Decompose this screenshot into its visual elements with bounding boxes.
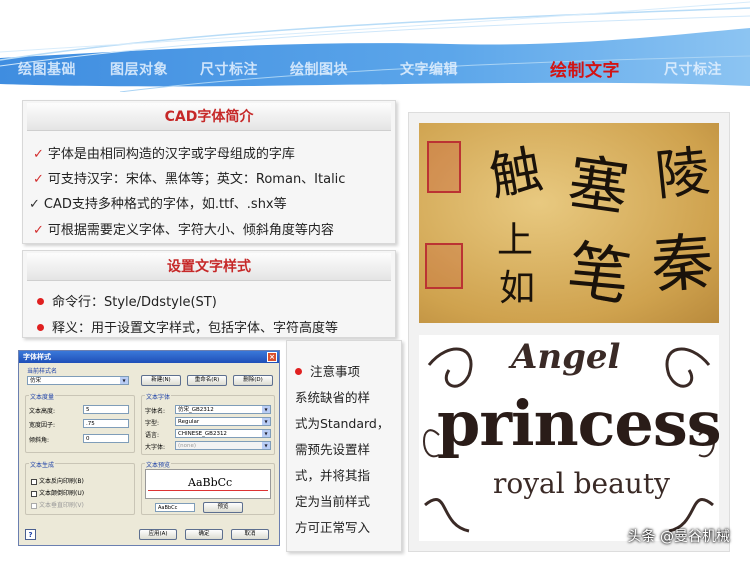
- nav-item-1[interactable]: 绘图基础: [18, 59, 76, 79]
- height-input[interactable]: 5: [83, 405, 129, 414]
- calligraphy-char: 触: [485, 139, 547, 208]
- font-intro-line-4: ✓ 可根据需要定义字体、字符大小、倾斜角度等内容: [33, 223, 334, 238]
- chevron-down-icon: ▼: [262, 418, 270, 425]
- dialog-titlebar: 字体样式 ×: [19, 351, 279, 363]
- big-font-select[interactable]: (none) ▼: [175, 441, 271, 450]
- calligraphy-char: 秦: [648, 224, 716, 303]
- check-icon: ✓: [33, 147, 44, 162]
- rename-style-button[interactable]: 重命名(R): [187, 375, 227, 386]
- height-label: 文本高度:: [29, 408, 56, 415]
- calligraphy-char: 塞: [563, 147, 633, 225]
- style-label: 字型:: [145, 420, 160, 427]
- nav-item-4[interactable]: 绘制图块: [290, 59, 348, 79]
- check-icon: ✓: [33, 223, 44, 238]
- help-icon[interactable]: ?: [25, 529, 36, 540]
- calligraphy-char: 上: [497, 220, 534, 261]
- calligraphy-image: 陵 塞 秦 笔 触 上 如: [419, 123, 719, 323]
- gothic-sub-word: royal beauty: [493, 467, 670, 500]
- font-intro-line-1: ✓ 字体是由相同构造的汉字或字母组成的字库: [33, 147, 295, 162]
- gothic-lettering-image: Angel princess royal beauty: [419, 335, 719, 541]
- note-panel: 注意事项 系统缺省的样 式为Standard， 需预先设置样 式，并将其指 定为…: [286, 340, 402, 552]
- apply-button[interactable]: 应用(A): [139, 529, 177, 540]
- calligraphy-char: 陵: [652, 139, 713, 208]
- gothic-main-word: princess: [437, 387, 719, 460]
- gothic-top-word: Angel: [511, 337, 621, 377]
- text-style-line-1: 命令行：Style/Ddstyle(ST): [37, 291, 217, 310]
- preview-text: AaBbCc: [188, 476, 233, 489]
- nav-item-5[interactable]: 文字编辑: [400, 59, 458, 79]
- vertical-checkbox[interactable]: 文本垂直印刷(V): [31, 500, 84, 509]
- oblique-label: 倾斜角:: [29, 437, 50, 444]
- bullet-dot-icon: [295, 368, 302, 375]
- note-title: 注意事项: [295, 361, 360, 380]
- note-line-1: 系统缺省的样: [295, 390, 371, 405]
- dialog-title: 字体样式: [23, 353, 51, 361]
- big-font-label: 大字体:: [145, 444, 166, 451]
- style-select[interactable]: Regular ▼: [175, 417, 271, 426]
- watermark: 头条 @曼谷机械: [627, 529, 730, 545]
- font-name-select[interactable]: 仿宋_GB2312 ▼: [175, 405, 271, 414]
- preview-button[interactable]: 预览: [203, 502, 243, 513]
- calligraphy-char: 如: [499, 268, 536, 309]
- lang-label: 语言:: [145, 432, 160, 439]
- nav-item-7[interactable]: 尺寸标注: [664, 59, 722, 79]
- section-nav: 绘图基础 图层对象 尺寸标注 绘制图块 文字编辑 绘制文字 尺寸标注: [0, 56, 750, 82]
- bullet-dot-icon: [37, 324, 44, 331]
- text-measure-label: 文本度量: [29, 392, 56, 401]
- checkbox-icon: [31, 490, 37, 497]
- calligraphy-char: 笔: [562, 232, 636, 315]
- chevron-down-icon: ▼: [262, 430, 270, 437]
- check-icon: ✓: [29, 197, 40, 212]
- font-examples-panel: 陵 塞 秦 笔 触 上 如 Angel princess royal beaut…: [408, 112, 730, 552]
- checkbox-icon: [31, 502, 37, 509]
- bullet-dot-icon: [37, 298, 44, 305]
- note-line-4: 式，并将其指: [295, 468, 371, 483]
- oblique-input[interactable]: 0: [83, 434, 129, 443]
- text-style-line-2: 释义：用于设置文字样式，包括字体、字符高度等: [37, 317, 338, 336]
- header-band: 绘图基础 图层对象 尺寸标注 绘制图块 文字编辑 绘制文字 尺寸标注: [0, 0, 750, 92]
- current-style-label: 当前样式名: [27, 368, 58, 375]
- text-style-dialog: 字体样式 × 当前样式名 仿宋 ▼ 新建(N) 重命名(R) 删除(D) 文本度…: [18, 350, 280, 546]
- font-intro-line-3: ✓ CAD支持多种格式的字体，如.ttf、.shx等: [29, 197, 287, 212]
- chevron-down-icon: ▼: [262, 406, 270, 413]
- ok-button[interactable]: 确定: [185, 529, 223, 540]
- font-intro-line-2: ✓ 可支持汉字：宋体、黑体等；英文：Roman、Italic: [33, 172, 346, 187]
- checkbox-icon: [31, 478, 37, 485]
- lang-select[interactable]: CHINESE_GB2312 ▼: [175, 429, 271, 438]
- note-line-2: 式为Standard，: [295, 416, 390, 431]
- note-line-6: 方可正常写入: [295, 520, 371, 535]
- text-gen-label: 文本生成: [29, 460, 56, 469]
- text-style-panel: 设置文字样式 命令行：Style/Ddstyle(ST) 释义：用于设置文字样式…: [22, 250, 396, 338]
- chevron-down-icon: ▼: [262, 442, 270, 449]
- width-factor-label: 宽度因子:: [29, 422, 56, 429]
- current-style-select[interactable]: 仿宋 ▼: [27, 376, 129, 385]
- preview-box: AaBbCc: [145, 469, 271, 499]
- nav-item-2[interactable]: 图层对象: [110, 59, 168, 79]
- nav-item-active[interactable]: 绘制文字: [550, 56, 620, 81]
- chevron-down-icon: ▼: [120, 377, 128, 384]
- width-factor-input[interactable]: .75: [83, 419, 129, 428]
- note-line-5: 定为当前样式: [295, 494, 371, 509]
- font-intro-title: CAD字体简介: [27, 103, 391, 131]
- cancel-button[interactable]: 取消: [231, 529, 269, 540]
- delete-style-button[interactable]: 删除(D): [233, 375, 273, 386]
- close-icon[interactable]: ×: [267, 352, 277, 362]
- new-style-button[interactable]: 新建(N): [141, 375, 181, 386]
- backward-checkbox[interactable]: 文本反向印刷(B): [31, 476, 84, 485]
- upside-checkbox[interactable]: 文本颠倒印刷(U): [31, 488, 84, 497]
- seal-stamp-icon: [427, 141, 461, 193]
- nav-item-3[interactable]: 尺寸标注: [200, 59, 258, 79]
- check-icon: ✓: [33, 172, 44, 187]
- text-style-title: 设置文字样式: [27, 253, 391, 281]
- text-font-label: 文本字体: [145, 392, 172, 401]
- font-name-label: 字体名:: [145, 408, 166, 415]
- preview-input[interactable]: AaBbCc: [155, 503, 195, 512]
- baseline-line: [148, 490, 268, 491]
- seal-stamp-icon: [425, 243, 463, 289]
- preview-label: 文本预览: [145, 460, 172, 469]
- note-line-3: 需预先设置样: [295, 442, 371, 457]
- font-intro-panel: CAD字体简介 ✓ 字体是由相同构造的汉字或字母组成的字库 ✓ 可支持汉字：宋体、黑…: [22, 100, 396, 244]
